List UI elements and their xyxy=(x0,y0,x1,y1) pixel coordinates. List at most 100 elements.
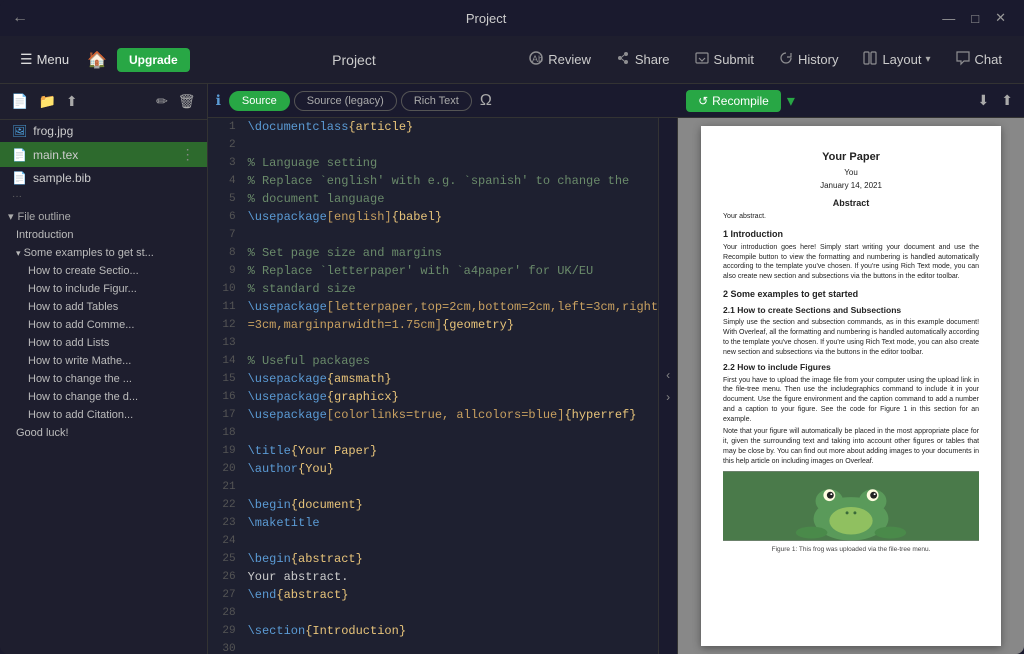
code-line: 3 % Language setting xyxy=(208,154,658,172)
pdf-title: Your Paper xyxy=(723,150,979,165)
preview-area: ↺ Recompile ▾ ⬇ ⬆ Your Paper You January… xyxy=(678,84,1024,654)
pdf-preview-scroll[interactable]: Your Paper You January 14, 2021 Abstract… xyxy=(678,118,1024,654)
info-icon: ℹ xyxy=(216,92,221,109)
history-label: History xyxy=(798,52,838,67)
titlebar-title: Project xyxy=(466,11,506,26)
topbar: ☰ Menu 🏠 Upgrade Project Ab Review Share xyxy=(0,36,1024,84)
chat-icon xyxy=(955,50,971,69)
code-line: 24 xyxy=(208,532,658,550)
tab-rich-text[interactable]: Rich Text xyxy=(401,91,472,111)
code-editor[interactable]: 1 \documentclass{article} 2 3 % Language… xyxy=(208,118,658,654)
review-label: Review xyxy=(548,52,591,67)
code-line: 28 xyxy=(208,604,658,622)
tab-source[interactable]: Source xyxy=(229,91,290,111)
file-item-bib[interactable]: 📄 sample.bib xyxy=(0,167,207,189)
share-button[interactable]: Share xyxy=(605,46,680,73)
pdf-fig-caption: Figure 1: This frog was uploaded via the… xyxy=(723,545,979,554)
edit-button[interactable]: ✏ xyxy=(153,90,171,113)
new-file-button[interactable]: 📄 xyxy=(8,90,31,113)
layout-button[interactable]: Layout ▾ xyxy=(852,46,940,73)
minimize-button[interactable]: — xyxy=(936,8,961,28)
menu-button[interactable]: ☰ Menu xyxy=(12,47,77,72)
code-line: 17 \usepackage[colorlinks=true, allcolor… xyxy=(208,406,658,424)
delete-button[interactable]: 🗑 xyxy=(175,90,199,113)
back-button[interactable]: ← xyxy=(12,9,28,27)
recompile-button[interactable]: ↺ Recompile xyxy=(686,90,781,112)
pdf-date: January 14, 2021 xyxy=(723,180,979,191)
close-button[interactable]: ✕ xyxy=(989,8,1012,28)
new-folder-button[interactable]: 📁 xyxy=(35,90,58,113)
outline-item-sections[interactable]: How to create Sectio... xyxy=(0,262,207,280)
pdf-subsec21: 2.1 How to create Sections and Subsectio… xyxy=(723,305,979,317)
arrow-right-icon[interactable]: › xyxy=(666,390,670,404)
code-line: 23 \maketitle xyxy=(208,514,658,532)
titlebar: ← Project — □ ✕ xyxy=(0,0,1024,36)
upload-button[interactable]: ⬆ xyxy=(63,90,81,113)
pdf-intro-p1: Your introduction goes here! Simply star… xyxy=(723,243,979,282)
outline-item-change1[interactable]: How to change the ... xyxy=(0,370,207,388)
code-line: 30 xyxy=(208,640,658,654)
outline-item-label: How to add Citation... xyxy=(28,409,133,421)
chat-button[interactable]: Chat xyxy=(945,46,1012,73)
outline-item-examples[interactable]: ▾ Some examples to get st... xyxy=(0,244,207,262)
file-icon-main: 📄 xyxy=(12,148,27,162)
pdf-frog-image xyxy=(723,471,979,541)
outline-item-intro[interactable]: Introduction xyxy=(0,226,207,244)
omega-icon[interactable]: Ω xyxy=(480,92,492,110)
topbar-actions: Ab Review Share Submit History xyxy=(518,46,1012,73)
share-label: Share xyxy=(635,52,670,67)
pdf-sub22-p2: Note that your figure will automatically… xyxy=(723,427,979,466)
outline-item-change2[interactable]: How to change the d... xyxy=(0,388,207,406)
code-line: 2 xyxy=(208,136,658,154)
code-line: 29 \section{Introduction} xyxy=(208,622,658,640)
outline-item-comments[interactable]: How to add Comme... xyxy=(0,316,207,334)
code-line: 13 xyxy=(208,334,658,352)
outline-header[interactable]: ▾ File outline xyxy=(0,204,207,226)
outline-chevron-icon: ▾ xyxy=(8,210,14,223)
code-line: 20 \author{You} xyxy=(208,460,658,478)
outline-item-math[interactable]: How to write Mathe... xyxy=(0,352,207,370)
review-icon: Ab xyxy=(528,50,544,69)
main-window: ← Project — □ ✕ ☰ Menu 🏠 Upgrade Project… xyxy=(0,0,1024,654)
outline-item-goodluck[interactable]: Good luck! xyxy=(0,424,207,442)
outline-item-citations[interactable]: How to add Citation... xyxy=(0,406,207,424)
main-content: 📄 📁 ⬆ ✏ 🗑 🖼 frog.jpg 📄 main.tex ⋮ 📄 samp… xyxy=(0,84,1024,654)
outline-item-label: How to create Sectio... xyxy=(28,265,139,277)
titlebar-controls: — □ ✕ xyxy=(936,8,1012,28)
pdf-abstract-text: Your abstract. xyxy=(723,212,979,222)
file-item-main[interactable]: 📄 main.tex ⋮ xyxy=(0,142,207,167)
download-pdf-button[interactable]: ⬇ xyxy=(975,89,993,112)
outline-item-lists[interactable]: How to add Lists xyxy=(0,334,207,352)
history-button[interactable]: History xyxy=(768,46,848,73)
submit-button[interactable]: Submit xyxy=(684,46,764,73)
menu-label: Menu xyxy=(37,52,70,67)
upgrade-button[interactable]: Upgrade xyxy=(117,48,190,72)
pdf-author: You xyxy=(723,167,979,178)
editor-area: ℹ Source Source (legacy) Rich Text Ω 1 \… xyxy=(208,84,678,654)
outline-item-label: Good luck! xyxy=(16,427,69,439)
pdf-page: Your Paper You January 14, 2021 Abstract… xyxy=(701,126,1001,646)
menu-icon: ☰ xyxy=(20,51,33,68)
code-line: 25 \begin{abstract} xyxy=(208,550,658,568)
open-pdf-button[interactable]: ⬆ xyxy=(998,89,1016,112)
outline-item-label: Introduction xyxy=(16,229,73,241)
outline-item-figures[interactable]: How to include Figur... xyxy=(0,280,207,298)
file-more-menu-icon[interactable]: ⋮ xyxy=(181,146,195,163)
review-button[interactable]: Ab Review xyxy=(518,46,601,73)
arrow-left-icon[interactable]: ‹ xyxy=(666,368,670,382)
file-item-frog[interactable]: 🖼 frog.jpg xyxy=(0,120,207,142)
code-line: 19 \title{Your Paper} xyxy=(208,442,658,460)
code-line: 26 Your abstract. xyxy=(208,568,658,586)
outline-item-tables[interactable]: How to add Tables xyxy=(0,298,207,316)
pdf-subsec22: 2.2 How to include Figures xyxy=(723,362,979,374)
code-line: 16 \usepackage{graphicx} xyxy=(208,388,658,406)
titlebar-left: ← xyxy=(12,9,36,27)
refresh-icon: ↺ xyxy=(698,94,708,108)
code-line: 6 \usepackage[english]{babel} xyxy=(208,208,658,226)
split-handle[interactable]: ‹ › xyxy=(658,118,678,654)
maximize-button[interactable]: □ xyxy=(965,8,985,28)
preview-toolbar: ↺ Recompile ▾ ⬇ ⬆ xyxy=(678,84,1024,118)
home-button[interactable]: 🏠 xyxy=(83,46,111,74)
recompile-dropdown-icon[interactable]: ▾ xyxy=(787,91,795,111)
tab-source-legacy[interactable]: Source (legacy) xyxy=(294,91,397,111)
